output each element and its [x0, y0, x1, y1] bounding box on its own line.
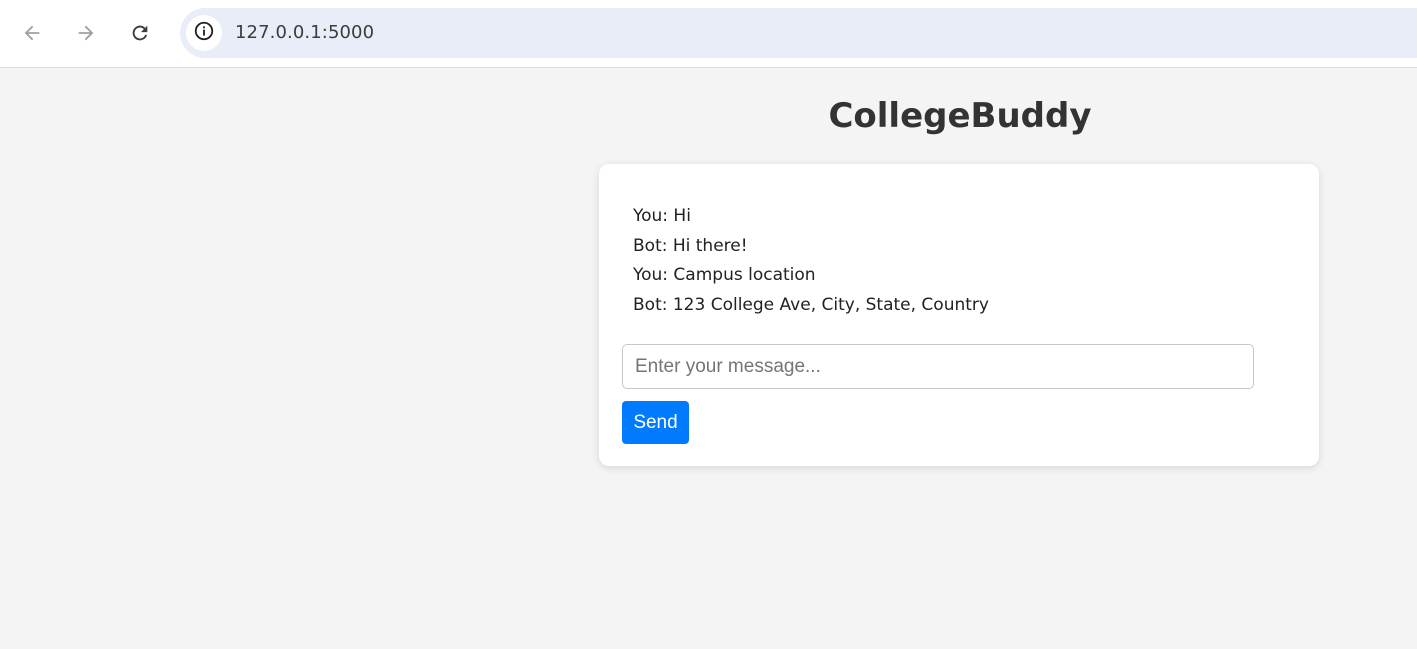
message-input[interactable]: [622, 344, 1254, 389]
chat-log: You: Hi Bot: Hi there! You: Campus locat…: [633, 202, 989, 321]
chat-message: You: Campus location: [633, 265, 816, 286]
back-button[interactable]: [14, 15, 50, 51]
page-title: CollegeBuddy: [828, 96, 1092, 136]
browser-toolbar: 127.0.0.1:5000: [0, 0, 1417, 68]
site-info-button[interactable]: [186, 15, 222, 51]
chat-message: You: Hi: [633, 206, 691, 226]
info-icon: [193, 20, 215, 47]
chat-message: Bot: 123 College Ave, City, State, Count…: [633, 295, 989, 316]
url-text[interactable]: 127.0.0.1:5000: [235, 22, 374, 43]
reload-icon: [129, 22, 151, 44]
forward-button[interactable]: [68, 15, 104, 51]
page-content: CollegeBuddy You: Hi Bot: Hi there! You:…: [0, 68, 1417, 649]
address-bar[interactable]: 127.0.0.1:5000: [180, 8, 1417, 58]
send-button[interactable]: Send: [622, 401, 689, 444]
chat-message: Bot: Hi there!: [633, 235, 748, 256]
arrow-right-icon: [75, 22, 97, 44]
reload-button[interactable]: [122, 15, 158, 51]
arrow-left-icon: [21, 22, 43, 44]
chat-container: You: Hi Bot: Hi there! You: Campus locat…: [599, 164, 1319, 466]
